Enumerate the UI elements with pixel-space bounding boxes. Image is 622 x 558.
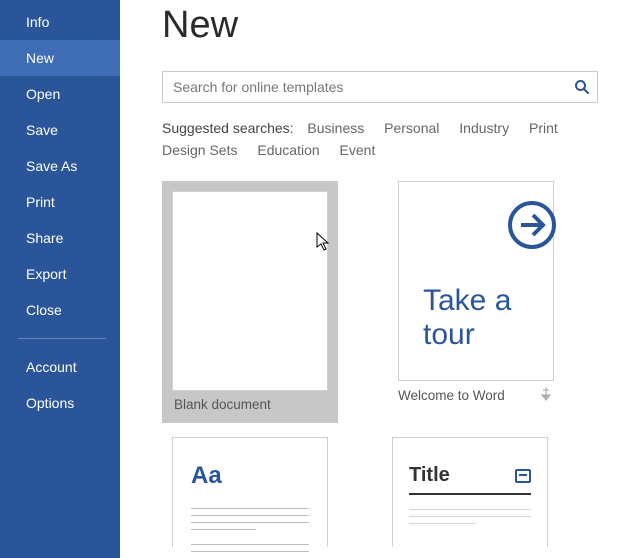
backstage-sidebar: Info New Open Save Save As Print Share E… xyxy=(0,0,120,558)
tour-thumb-line1: Take a xyxy=(423,284,511,318)
template-thumb-tour: Take a tour xyxy=(398,181,554,381)
sidebar-item-save-as[interactable]: Save As xyxy=(0,148,120,184)
suggest-link-education[interactable]: Education xyxy=(257,142,319,158)
sidebar-item-share[interactable]: Share xyxy=(0,220,120,256)
template-thumb-aa: Aa xyxy=(172,437,328,547)
search-box xyxy=(162,71,598,103)
suggest-link-design-sets[interactable]: Design Sets xyxy=(162,142,237,158)
suggest-link-personal[interactable]: Personal xyxy=(384,120,439,136)
template-label-blank: Blank document xyxy=(174,397,271,412)
sidebar-item-print[interactable]: Print xyxy=(0,184,120,220)
search-input[interactable] xyxy=(162,71,598,103)
suggested-label: Suggested searches: xyxy=(162,120,294,136)
pin-icon[interactable] xyxy=(540,387,552,404)
suggest-link-print[interactable]: Print xyxy=(529,120,558,136)
template-blank-document[interactable]: Blank document xyxy=(162,181,338,423)
template-thumb-blank xyxy=(172,191,328,391)
sidebar-item-info[interactable]: Info xyxy=(0,4,120,40)
title-thumb-text: Title xyxy=(409,464,450,487)
document-icon xyxy=(515,469,531,483)
sidebar-item-open[interactable]: Open xyxy=(0,76,120,112)
search-icon xyxy=(574,79,590,95)
aa-thumb-text: Aa xyxy=(191,462,309,490)
search-button[interactable] xyxy=(566,71,598,103)
sidebar-item-account[interactable]: Account xyxy=(0,349,120,385)
suggested-searches: Suggested searches: Business Personal In… xyxy=(162,117,598,161)
sidebar-item-new[interactable]: New xyxy=(0,40,120,76)
template-thumb-title: Title xyxy=(392,437,548,547)
suggest-link-industry[interactable]: Industry xyxy=(459,120,509,136)
sidebar-item-options[interactable]: Options xyxy=(0,385,120,421)
sidebar-item-close[interactable]: Close xyxy=(0,292,120,328)
suggest-link-event[interactable]: Event xyxy=(340,142,376,158)
suggest-link-business[interactable]: Business xyxy=(307,120,364,136)
template-single-spaced[interactable]: Aa xyxy=(172,437,328,547)
arrow-right-circle-icon xyxy=(505,198,559,252)
sidebar-divider xyxy=(18,338,106,339)
page-title: New xyxy=(162,4,622,47)
tour-thumb-line2: tour xyxy=(423,318,475,352)
template-title-report[interactable]: Title xyxy=(392,437,548,547)
sidebar-item-export[interactable]: Export xyxy=(0,256,120,292)
template-welcome-to-word[interactable]: Take a tour Welcome to Word xyxy=(398,181,554,423)
sidebar-item-save[interactable]: Save xyxy=(0,112,120,148)
main-panel: New Suggested searches: Business Persona… xyxy=(120,0,622,558)
template-label-tour: Welcome to Word xyxy=(398,388,505,403)
